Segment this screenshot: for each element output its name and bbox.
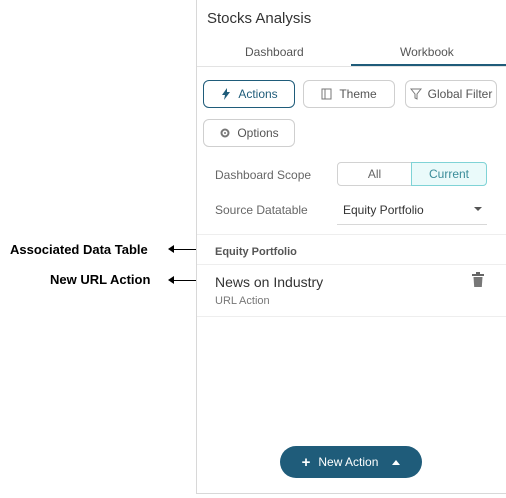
chevron-down-icon[interactable] [474, 207, 482, 211]
datatable-section-title: Equity Portfolio [215, 246, 297, 258]
new-action-label: New Action [318, 455, 379, 469]
new-action-button[interactable]: + New Action [280, 446, 422, 478]
section-divider [197, 316, 506, 317]
dashboard-scope-label: Dashboard Scope [215, 168, 312, 182]
select-underline [337, 224, 487, 225]
global-filter-button-label: Global Filter [427, 87, 493, 101]
panel-title: Stocks Analysis [207, 10, 312, 27]
lightning-icon [222, 88, 231, 100]
source-datatable-label: Source Datatable [215, 203, 308, 217]
action-item-name[interactable]: News on Industry [215, 274, 323, 290]
section-divider [197, 234, 506, 235]
theme-book-icon [321, 88, 332, 100]
options-button[interactable]: Options [203, 119, 295, 147]
active-tab-indicator [351, 64, 506, 66]
actions-button[interactable]: Actions [203, 80, 295, 108]
tab-divider [197, 66, 506, 67]
theme-button-label: Theme [339, 87, 377, 101]
gear-icon [220, 128, 230, 138]
actions-panel: Stocks Analysis Dashboard Workbook Actio… [196, 0, 506, 494]
scope-current-option[interactable]: Current [411, 162, 487, 186]
action-item-type: URL Action [215, 295, 270, 307]
plus-icon: + [301, 453, 311, 471]
global-filter-button[interactable]: Global Filter [405, 80, 497, 108]
actions-button-label: Actions [238, 87, 278, 101]
annotation-new-url-action: New URL Action [50, 272, 151, 287]
source-datatable-select[interactable]: Equity Portfolio [343, 203, 424, 217]
scope-all-option[interactable]: All [337, 162, 412, 186]
theme-button[interactable]: Theme [303, 80, 395, 108]
trash-icon[interactable] [471, 272, 485, 288]
tab-workbook[interactable]: Workbook [400, 45, 454, 59]
chevron-up-icon[interactable] [392, 459, 401, 465]
options-button-label: Options [237, 126, 279, 140]
annotation-associated-data-table: Associated Data Table [10, 242, 148, 257]
filter-funnel-icon [409, 88, 422, 100]
tab-dashboard[interactable]: Dashboard [245, 45, 304, 59]
section-divider [197, 264, 506, 265]
